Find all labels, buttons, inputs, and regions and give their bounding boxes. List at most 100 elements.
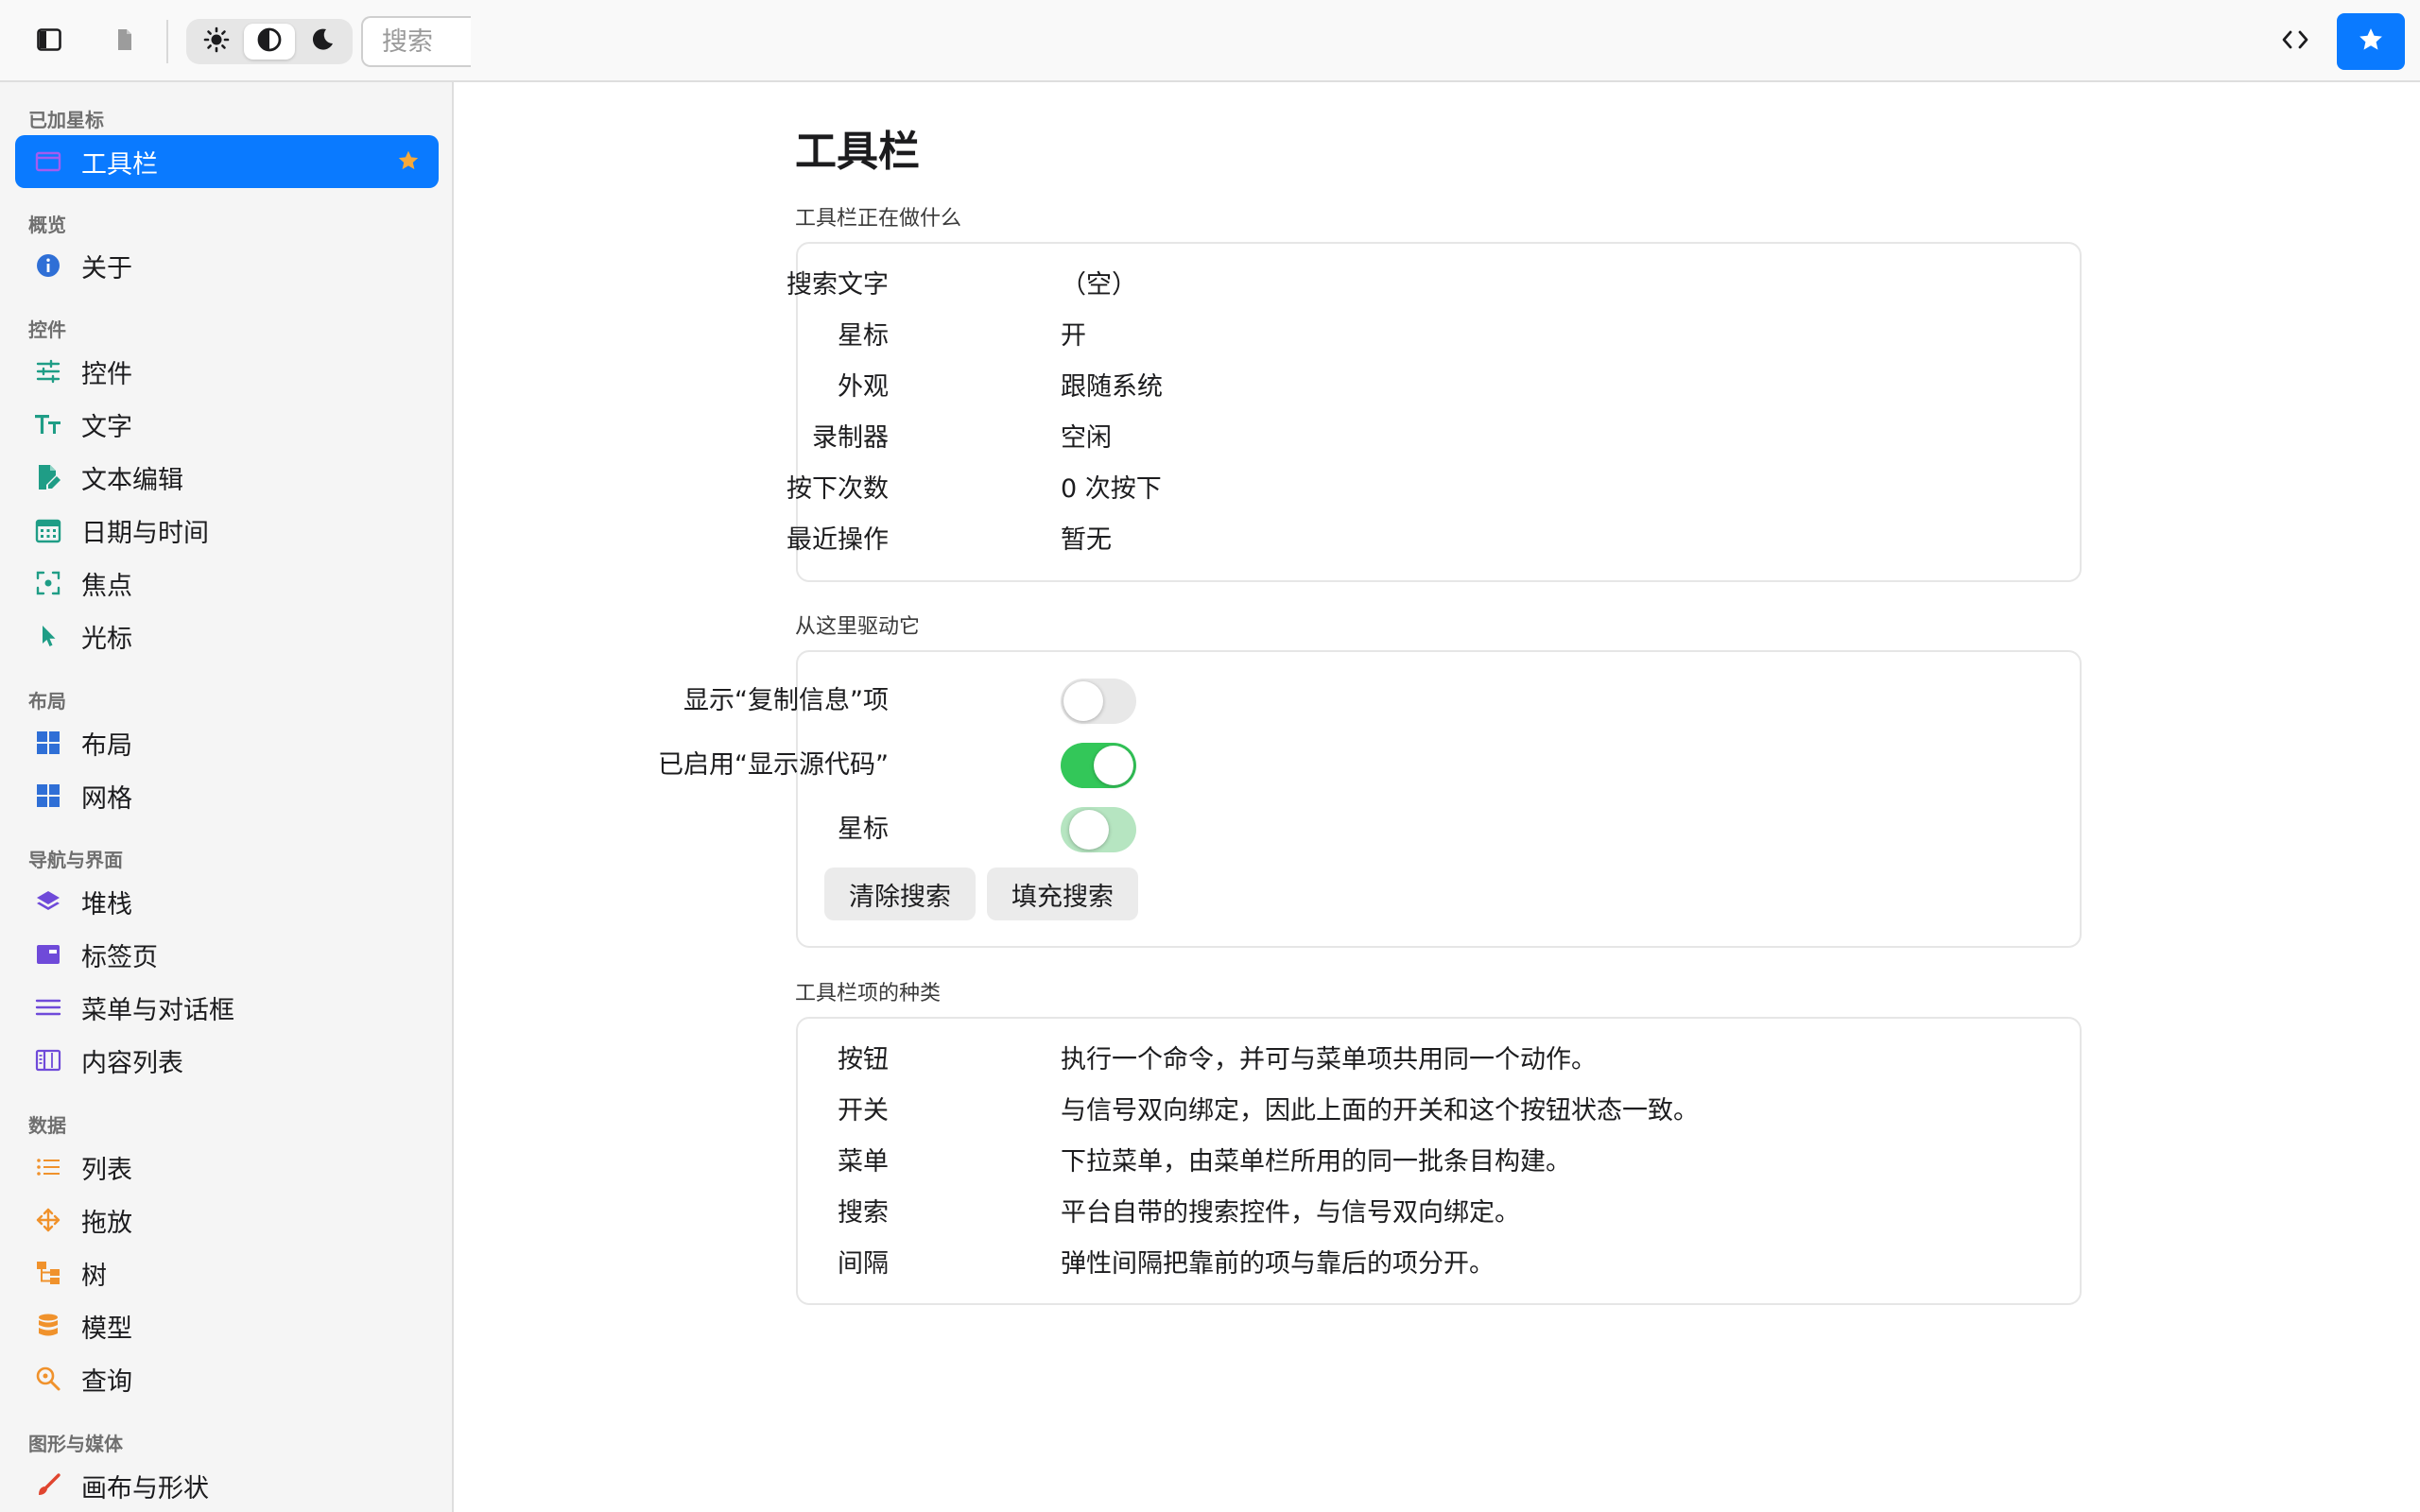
status-key: 录制器	[812, 423, 889, 453]
status-section-header: 工具栏正在做什么	[795, 207, 962, 231]
kind-row: 菜单 下拉菜单，由菜单栏所用的同一批条目构建。	[798, 1143, 2080, 1181]
sidebar-section-data: 数据	[28, 1114, 66, 1137]
document-button[interactable]	[104, 21, 146, 62]
moon-icon	[309, 26, 336, 57]
magnifier-icon	[32, 1363, 64, 1395]
sidebar-toggle-button[interactable]	[28, 21, 70, 62]
sidebar-item-query[interactable]: 查询	[15, 1352, 439, 1405]
kind-name: 菜单	[838, 1147, 889, 1177]
sidebar-item-label: 查询	[81, 1366, 132, 1397]
sidebar-item-layout[interactable]: 布局	[15, 716, 439, 769]
sidebar-item-drag-drop[interactable]: 拖放	[15, 1194, 439, 1246]
info-icon	[32, 249, 64, 282]
page-title: 工具栏	[795, 128, 920, 176]
sidebar-item-label: 文字	[81, 412, 132, 442]
sidebar-item-focus[interactable]: 焦点	[15, 557, 439, 610]
calendar-icon	[32, 514, 64, 546]
kind-row: 间隔 弹性间隔把靠前的项与靠后的项分开。	[798, 1246, 2080, 1283]
sidebar-item-toolbar[interactable]: 工具栏	[15, 135, 439, 188]
clear-search-button[interactable]: 清除搜索	[824, 868, 976, 920]
fill-search-button[interactable]: 填充搜索	[987, 868, 1138, 920]
sidebar-item-tree[interactable]: 树	[15, 1246, 439, 1299]
sidebar-section-navigation: 导航与界面	[28, 849, 123, 871]
sidebar-item-label: 标签页	[81, 942, 158, 972]
drive-section-header: 从这里驱动它	[795, 615, 921, 639]
show-copy-info-toggle[interactable]	[1061, 679, 1136, 724]
star-icon	[2358, 26, 2384, 57]
sidebar-item-text-editing[interactable]: 文本编辑	[15, 451, 439, 504]
show-source-button[interactable]	[2273, 19, 2318, 64]
sidebar-item-label: 堆栈	[81, 889, 132, 919]
status-key: 外观	[838, 372, 889, 402]
appearance-segmented-control	[186, 19, 353, 64]
sidebar-item-content-list[interactable]: 内容列表	[15, 1034, 439, 1087]
kind-row: 按钮 执行一个命令，并可与菜单项共用同一个动作。	[798, 1041, 2080, 1079]
sliders-icon	[32, 355, 64, 387]
sidebar-icon	[37, 28, 61, 55]
toolbar-divider	[166, 20, 168, 63]
kinds-section-header: 工具栏项的种类	[795, 982, 942, 1005]
appearance-dark-button[interactable]	[297, 24, 348, 60]
sidebar-item-grid[interactable]: 网格	[15, 769, 439, 822]
sidebar-item-list[interactable]: 列表	[15, 1141, 439, 1194]
status-card: 搜索文字 （空） 星标 开 外观 跟随系统 录制器 空闲 按下次数 0 次按下 …	[786, 242, 2082, 582]
toggle-row: 星标	[798, 811, 2080, 849]
show-source-enabled-toggle[interactable]	[1061, 743, 1136, 788]
focus-icon	[32, 567, 64, 599]
sidebar-item-label: 内容列表	[81, 1048, 183, 1078]
star-toggle[interactable]	[1061, 807, 1136, 852]
sidebar-item-menus-dialogs[interactable]: 菜单与对话框	[15, 981, 439, 1034]
sidebar-item-label: 画布与形状	[81, 1473, 209, 1503]
status-value: 开	[1061, 321, 1086, 351]
sidebar-item-label: 列表	[81, 1155, 132, 1185]
sidebar-item-cursor[interactable]: 光标	[15, 610, 439, 662]
sidebar-item-label: 光标	[81, 624, 132, 654]
appearance-system-button[interactable]	[244, 24, 295, 60]
sidebar-item-canvas-shapes[interactable]: 画布与形状	[15, 1459, 439, 1512]
star-toggle-button[interactable]	[2337, 13, 2405, 70]
kind-row: 开关 与信号双向绑定，因此上面的开关和这个按钮状态一致。	[798, 1092, 2080, 1130]
kind-name: 间隔	[838, 1249, 889, 1279]
status-value: 暂无	[1061, 525, 1112, 555]
sidebar-item-model[interactable]: 模型	[15, 1299, 439, 1352]
toggle-label: 星标	[838, 815, 889, 844]
appearance-light-button[interactable]	[191, 24, 242, 60]
list-icon	[32, 1151, 64, 1183]
drag-move-icon	[32, 1204, 64, 1236]
text-size-icon	[32, 408, 64, 440]
status-key: 搜索文字	[786, 270, 889, 300]
sidebar-item-tabs[interactable]: 标签页	[15, 928, 439, 981]
toggle-row: 显示“复制信息”项	[683, 682, 2080, 720]
sidebar-item-controls[interactable]: 控件	[15, 345, 439, 398]
toolbar	[0, 0, 2420, 82]
search-input[interactable]	[361, 16, 471, 67]
kind-row: 搜索 平台自带的搜索控件，与信号双向绑定。	[798, 1194, 2080, 1232]
sidebar-item-label: 布局	[81, 730, 132, 761]
kind-description: 下拉菜单，由菜单栏所用的同一批条目构建。	[1061, 1147, 1571, 1177]
database-icon	[32, 1310, 64, 1342]
sun-icon	[203, 26, 230, 57]
sidebar-section-graphics: 图形与媒体	[28, 1433, 123, 1455]
document-icon	[116, 28, 133, 55]
sidebar-item-date-time[interactable]: 日期与时间	[15, 504, 439, 557]
status-key: 按下次数	[786, 474, 889, 504]
kind-name: 开关	[838, 1096, 889, 1125]
sidebar-item-label: 文本编辑	[81, 465, 183, 495]
contrast-icon	[256, 26, 283, 57]
status-key: 最近操作	[786, 525, 889, 555]
status-row: 录制器 空闲	[798, 420, 2080, 457]
sidebar-section-overview: 概览	[28, 214, 66, 236]
sidebar-item-label: 拖放	[81, 1208, 132, 1238]
toggle-knob	[1094, 746, 1133, 785]
status-value: 0 次按下	[1061, 474, 1162, 504]
status-row: 外观 跟随系统	[798, 369, 2080, 406]
sidebar-item-text[interactable]: 文字	[15, 398, 439, 451]
kind-description: 执行一个命令，并可与菜单项共用同一个动作。	[1061, 1045, 1597, 1074]
sidebar-item-about[interactable]: 关于	[15, 239, 439, 292]
grid-icon	[32, 780, 64, 812]
toggle-knob	[1063, 681, 1103, 721]
drive-card: 显示“复制信息”项 已启用“显示源代码” 星标 清除搜索 填充搜索	[658, 650, 2082, 948]
sidebar-item-stack[interactable]: 堆栈	[15, 875, 439, 928]
menu-lines-icon	[32, 991, 64, 1023]
cursor-icon	[32, 620, 64, 652]
